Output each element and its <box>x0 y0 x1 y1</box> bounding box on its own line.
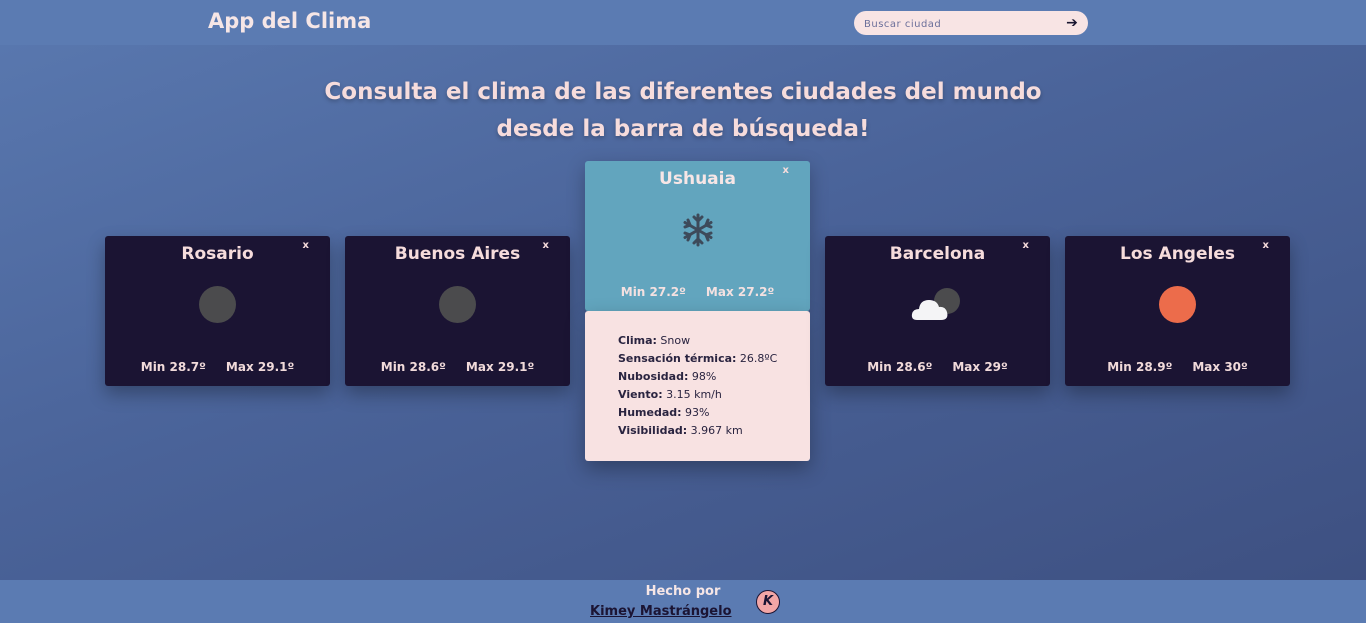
temperature-range: Min 28.6º Max 29º <box>825 360 1050 374</box>
detail-clima: Clima: Snow <box>618 334 691 347</box>
min-temp: Min 28.9º <box>1107 360 1173 374</box>
city-card-los-angeles[interactable]: Los Angeles x Min 28.9º Max 30º <box>1065 236 1290 386</box>
temperature-range: Min 28.7º Max 29.1º <box>105 360 330 374</box>
close-icon[interactable]: x <box>303 240 309 251</box>
weather-icon-holder <box>1065 286 1290 326</box>
detail-nubosidad: Nubosidad: 98% <box>618 370 717 383</box>
snowflake-icon <box>683 213 713 247</box>
max-temp: Max 29º <box>952 360 1008 374</box>
detail-sensacion: Sensación térmica: 26.8ºC <box>618 352 778 365</box>
detail-viento: Viento: 3.15 km/h <box>618 388 722 401</box>
city-name: Rosario <box>181 244 254 264</box>
search-input[interactable] <box>862 13 1066 35</box>
max-temp: Max 27.2º <box>705 285 775 299</box>
min-temp: Min 27.2º <box>620 285 686 299</box>
headline-line-1: Consulta el clima de las diferentes ciud… <box>324 79 1042 105</box>
detail-visibilidad: Visibilidad: 3.967 km <box>618 424 743 437</box>
search-bar: ➔ <box>854 11 1088 35</box>
moon-icon <box>199 286 236 323</box>
max-temp: Max 29.1º <box>225 360 295 374</box>
page-headline: Consulta el clima de las diferentes ciud… <box>283 74 1083 148</box>
close-icon[interactable]: x <box>783 165 789 176</box>
max-temp: Max 29.1º <box>465 360 535 374</box>
cloud-moon-icon <box>911 288 960 320</box>
footer-label: Hecho por <box>645 584 721 599</box>
temperature-range: Min 27.2º Max 27.2º <box>585 285 810 299</box>
city-name: Ushuaia <box>659 169 736 189</box>
weather-icon-holder <box>825 286 1050 326</box>
arrow-right-icon[interactable]: ➔ <box>1062 13 1082 33</box>
city-card-barcelona[interactable]: Barcelona x Min 28.6º Max 29º <box>825 236 1050 386</box>
footer: Hecho por Kimey Mastrángelo <box>0 580 1366 623</box>
author-logo-icon[interactable]: K <box>756 590 780 614</box>
author-link[interactable]: Kimey Mastrángelo <box>590 604 732 619</box>
city-card-rosario[interactable]: Rosario x Min 28.7º Max 29.1º <box>105 236 330 386</box>
close-icon[interactable]: x <box>543 240 549 251</box>
city-name: Barcelona <box>889 244 986 264</box>
city-name: Buenos Aires <box>394 244 521 264</box>
weather-detail-panel: Clima: Snow Sensación térmica: 26.8ºC Nu… <box>585 311 810 461</box>
moon-icon <box>439 286 476 323</box>
min-temp: Min 28.6º <box>867 360 933 374</box>
temperature-range: Min 28.9º Max 30º <box>1065 360 1290 374</box>
detail-list: Clima: Snow Sensación térmica: 26.8ºC Nu… <box>618 332 777 440</box>
temperature-range: Min 28.6º Max 29.1º <box>345 360 570 374</box>
app-title: App del Clima <box>208 9 372 33</box>
close-icon[interactable]: x <box>1263 240 1269 251</box>
min-temp: Min 28.6º <box>380 360 446 374</box>
max-temp: Max 30º <box>1192 360 1248 374</box>
weather-icon-holder <box>345 286 570 326</box>
detail-humedad: Humedad: 93% <box>618 406 710 419</box>
close-icon[interactable]: x <box>1023 240 1029 251</box>
weather-icon-holder <box>585 211 810 251</box>
city-card-ushuaia[interactable]: Ushuaia x Min 27.2º Max 27.2º <box>585 161 810 311</box>
min-temp: Min 28.7º <box>140 360 206 374</box>
weather-icon-holder <box>105 286 330 326</box>
app-header: App del Clima ➔ <box>0 0 1366 45</box>
city-name: Los Angeles <box>1120 244 1235 264</box>
headline-line-2: desde la barra de búsqueda! <box>496 116 870 142</box>
city-card-buenos-aires[interactable]: Buenos Aires x Min 28.6º Max 29.1º <box>345 236 570 386</box>
sun-icon <box>1159 286 1196 323</box>
